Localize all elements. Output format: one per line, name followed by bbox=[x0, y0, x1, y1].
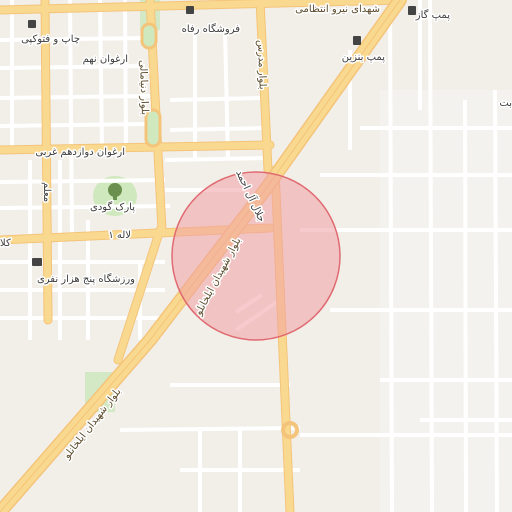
label-petrol-pump: پمپ بنزین bbox=[342, 52, 385, 63]
median-island-north bbox=[140, 22, 158, 50]
label-photocopy: چاپ و فتوکپی bbox=[21, 34, 80, 45]
label-park-goodi: پارک گودی bbox=[90, 201, 135, 213]
median-island bbox=[144, 108, 162, 148]
map-canvas[interactable]: چاپ و فتوکپی فروشگاه رفاه شهدای نیرو انت… bbox=[0, 0, 512, 512]
label-niroo-street: شهدای نیرو انتظامی bbox=[295, 4, 380, 15]
label-gas-pump: پمپ گاز bbox=[415, 9, 450, 21]
label-refah-store: فروشگاه رفاه bbox=[182, 23, 241, 35]
label-workshop: ورزشگاه پنج هزار نفری bbox=[37, 273, 135, 285]
refah-store-icon[interactable] bbox=[186, 6, 194, 14]
east-district bbox=[380, 90, 512, 512]
label-moallem: معلم bbox=[41, 182, 52, 202]
label-arghavan-9: ارغوان نهم bbox=[83, 54, 128, 65]
petrol-pump-icon[interactable] bbox=[353, 36, 361, 45]
label-edge-left: کلا bbox=[0, 238, 11, 249]
photocopy-icon[interactable] bbox=[28, 20, 36, 28]
stadium-icon[interactable] bbox=[32, 258, 42, 266]
label-blvd-dehghan: بلوار دنیامالی bbox=[137, 60, 150, 115]
map-svg: چاپ و فتوکپی فروشگاه رفاه شهدای نیرو انت… bbox=[0, 0, 512, 512]
label-arghavan-12: ارغوان دوازدهم غربی bbox=[35, 147, 125, 158]
label-laleh-1: لاله ۱ bbox=[108, 230, 131, 241]
gas-pump-icon[interactable] bbox=[408, 6, 416, 15]
label-edge-right: بت bbox=[499, 98, 512, 109]
label-blvd-modarres: بلوار مدرس bbox=[255, 40, 268, 90]
